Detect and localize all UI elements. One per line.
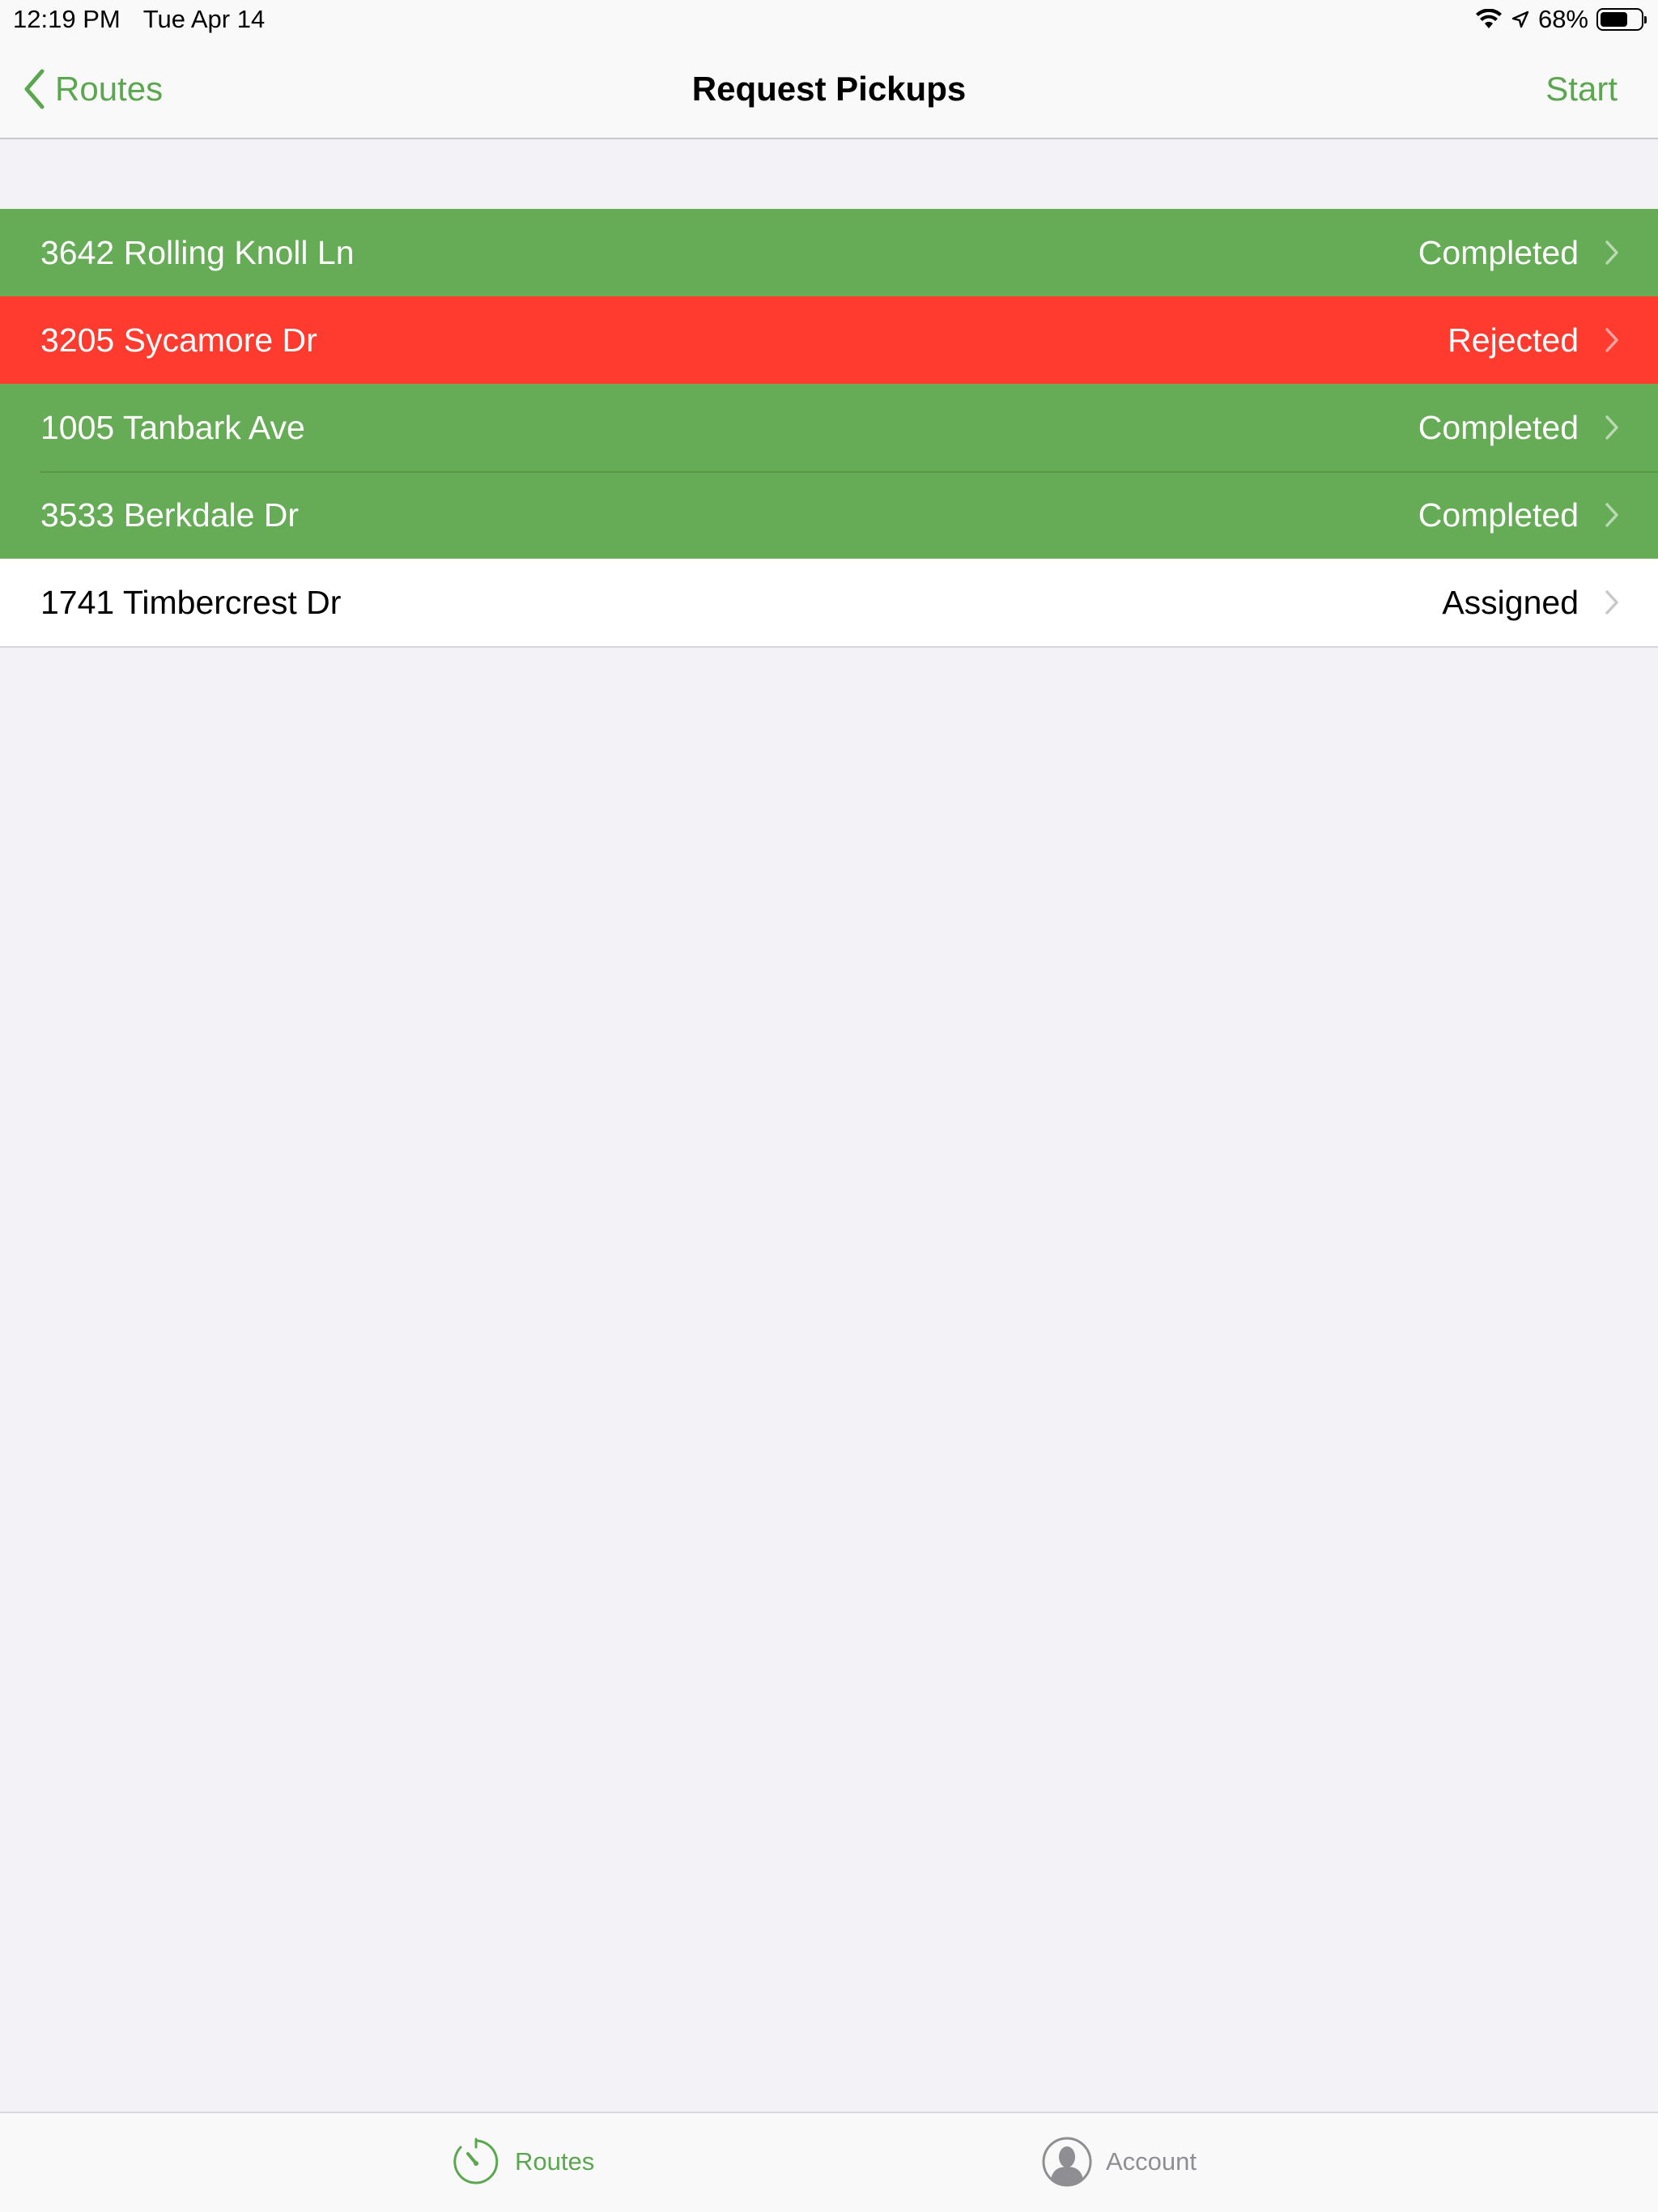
start-button[interactable]: Start: [1545, 70, 1618, 108]
status-left: 12:19 PM Tue Apr 14: [13, 5, 265, 34]
location-arrow-icon: [1511, 11, 1529, 28]
tab-account-label: Account: [1106, 2147, 1197, 2176]
pickup-address: 1005 Tanbark Ave: [40, 408, 305, 446]
chevron-right-icon: [1605, 590, 1618, 615]
status-right: 68%: [1475, 5, 1647, 34]
battery-level: [1601, 12, 1627, 27]
pickup-list: 3642 Rolling Knoll Ln Completed 3205 Sycam…: [0, 209, 1658, 648]
page-title: Request Pickups: [691, 70, 967, 108]
pickup-status: Assigned: [1442, 583, 1579, 621]
status-time: 12:19 PM: [13, 5, 121, 33]
navigation-bar: Routes Request Pickups Start: [0, 39, 1658, 139]
tab-routes-label: Routes: [515, 2147, 595, 2176]
pickup-address: 3205 Sycamore Dr: [40, 321, 317, 359]
tab-routes[interactable]: Routes: [450, 2136, 594, 2188]
status-bar: 12:19 PM Tue Apr 14 68%: [0, 0, 1658, 39]
chevron-right-icon: [1605, 328, 1618, 352]
pickup-address: 3533 Berkdale Dr: [40, 496, 300, 534]
pickup-row[interactable]: 3205 Sycamore Dr Rejected: [0, 296, 1658, 384]
status-date: Tue Apr 14: [142, 5, 266, 33]
timer-icon: [453, 2138, 499, 2184]
chevron-right-icon: [1605, 240, 1618, 265]
pickup-status: Completed: [1418, 496, 1579, 534]
pickup-status: Completed: [1418, 233, 1579, 271]
chevron-right-icon: [1605, 503, 1618, 527]
pickup-address: 3642 Rolling Knoll Ln: [40, 233, 355, 271]
tab-bar: Routes Account: [0, 2112, 1658, 2212]
battery-icon: [1596, 8, 1647, 31]
wifi-icon: [1475, 9, 1502, 28]
pickup-row[interactable]: 1741 Timbercrest Dr Assigned: [0, 559, 1658, 646]
pickup-row[interactable]: 1005 Tanbark Ave Completed: [0, 384, 1658, 471]
tab-account[interactable]: Account: [1041, 2136, 1197, 2188]
pickup-address: 1741 Timbercrest Dr: [40, 583, 342, 621]
chevron-right-icon: [1605, 415, 1618, 440]
pickup-status: Rejected: [1448, 321, 1579, 359]
pickup-row[interactable]: 3533 Berkdale Dr Completed: [0, 471, 1658, 559]
pickup-row[interactable]: 3642 Rolling Knoll Ln Completed: [0, 209, 1658, 296]
person-icon: [1042, 2137, 1092, 2187]
battery-percent: 68%: [1537, 5, 1588, 33]
pickup-status: Completed: [1418, 408, 1579, 446]
